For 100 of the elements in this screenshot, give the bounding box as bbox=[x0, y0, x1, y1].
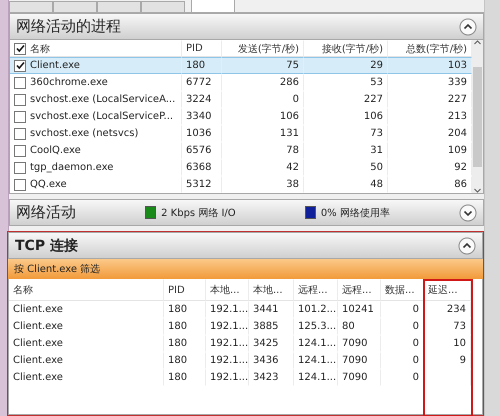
table-cell: 192.1... bbox=[206, 335, 249, 352]
table-cell: 38 bbox=[222, 176, 304, 193]
table-cell: 3425 bbox=[249, 335, 294, 352]
table-cell: 103 bbox=[388, 57, 472, 74]
table-cell: 53 bbox=[304, 74, 388, 91]
table-cell: 31 bbox=[304, 142, 388, 159]
column-header[interactable]: 名称 bbox=[9, 279, 164, 301]
table-cell: 7090 bbox=[338, 335, 381, 352]
table-cell: 3224 bbox=[182, 91, 222, 108]
table-cell: 73 bbox=[424, 318, 471, 335]
table-cell: 180 bbox=[164, 318, 206, 335]
section-title: TCP 连接 bbox=[15, 236, 78, 254]
checkbox[interactable] bbox=[14, 94, 26, 106]
table-cell: 180 bbox=[182, 57, 222, 74]
table-cell: 106 bbox=[222, 108, 304, 125]
table-cell: 6368 bbox=[182, 159, 222, 176]
table-cell: 124.1... bbox=[294, 369, 338, 386]
table-cell: 80 bbox=[338, 318, 381, 335]
legend-label: 0% 网络使用率 bbox=[320, 206, 390, 220]
table-cell: 1036 bbox=[182, 125, 222, 142]
scroll-down-icon[interactable] bbox=[474, 188, 481, 193]
table-cell: 192.1... bbox=[206, 318, 249, 335]
table-cell: Client.exe bbox=[9, 352, 164, 369]
table-cell: 42 bbox=[222, 159, 304, 176]
column-header[interactable]: 远程... bbox=[294, 279, 338, 301]
tab[interactable] bbox=[191, 0, 235, 12]
table-cell: 78 bbox=[222, 142, 304, 159]
checkbox[interactable] bbox=[14, 178, 26, 190]
checkbox[interactable] bbox=[14, 42, 26, 54]
table-cell: 29 bbox=[304, 57, 388, 74]
table-cell: 10 bbox=[424, 335, 471, 352]
table-cell: 101.2... bbox=[294, 301, 338, 318]
table-cell: 180 bbox=[164, 369, 206, 386]
table-cell: 10241 bbox=[338, 301, 381, 318]
scrollbar[interactable] bbox=[472, 40, 483, 193]
table-cell: 0 bbox=[381, 301, 424, 318]
checkbox[interactable] bbox=[14, 60, 26, 72]
table-cell: 7090 bbox=[338, 352, 381, 369]
table-cell: 192.1... bbox=[206, 352, 249, 369]
table-cell: 6772 bbox=[182, 74, 222, 91]
table-cell: 9 bbox=[424, 352, 471, 369]
expand-icon[interactable] bbox=[458, 204, 477, 222]
table-cell: 50 bbox=[304, 159, 388, 176]
table-cell: CoolQ.exe bbox=[10, 142, 182, 159]
table-cell: 48 bbox=[304, 176, 388, 193]
table-cell: 234 bbox=[424, 301, 471, 318]
table-cell: 106 bbox=[304, 108, 388, 125]
table-cell: 180 bbox=[164, 352, 206, 369]
scroll-up-icon[interactable] bbox=[474, 40, 481, 45]
table-cell: 180 bbox=[164, 301, 206, 318]
table-cell: 227 bbox=[304, 91, 388, 108]
checkbox[interactable] bbox=[14, 76, 26, 88]
table-cell: 3441 bbox=[249, 301, 294, 318]
table-cell: 192.1... bbox=[206, 301, 249, 318]
table-cell: 0 bbox=[381, 335, 424, 352]
table-cell: Client.exe bbox=[9, 318, 164, 335]
table-cell: tgp_daemon.exe bbox=[10, 159, 182, 176]
table-cell: Client.exe bbox=[9, 369, 164, 386]
table-cell: 360chrome.exe bbox=[10, 74, 182, 91]
column-header[interactable]: 延迟... bbox=[424, 279, 471, 301]
table-cell: 131 bbox=[222, 125, 304, 142]
table-cell: 124.1... bbox=[294, 352, 338, 369]
table-cell: 0 bbox=[381, 352, 424, 369]
column-header[interactable]: 数据... bbox=[381, 279, 424, 301]
table-cell: 75 bbox=[222, 57, 304, 74]
table-cell: 3423 bbox=[249, 369, 294, 386]
column-header[interactable]: 本地... bbox=[249, 279, 294, 301]
table-cell: Client.exe bbox=[10, 57, 182, 74]
table-cell: svchost.exe (netsvcs) bbox=[10, 125, 182, 142]
table-cell: 3885 bbox=[249, 318, 294, 335]
table-cell: 0 bbox=[381, 318, 424, 335]
checkbox[interactable] bbox=[14, 128, 26, 140]
legend-label: 2 Kbps 网络 I/O bbox=[161, 206, 236, 220]
table-cell: 6576 bbox=[182, 142, 222, 159]
section-title: 网络活动 bbox=[16, 203, 76, 222]
table-cell: 3436 bbox=[249, 352, 294, 369]
table-cell: Client.exe bbox=[9, 301, 164, 318]
column-header[interactable]: 本地... bbox=[206, 279, 249, 301]
collapse-icon[interactable] bbox=[458, 236, 476, 254]
table-cell: 125.3... bbox=[294, 318, 338, 335]
table-cell: svchost.exe (LocalServiceA... bbox=[10, 91, 182, 108]
table-cell: 124.1... bbox=[294, 335, 338, 352]
checkbox[interactable] bbox=[14, 144, 26, 156]
table-cell: 3340 bbox=[182, 108, 222, 125]
table-cell: 286 bbox=[222, 74, 304, 91]
table-cell: QQ.exe bbox=[10, 176, 182, 193]
table-cell: 5312 bbox=[182, 176, 222, 193]
table-cell: 0 bbox=[222, 91, 304, 108]
collapse-icon[interactable] bbox=[459, 18, 477, 36]
column-header[interactable]: 远程... bbox=[338, 279, 381, 301]
table-cell: 180 bbox=[164, 335, 206, 352]
section-title: 网络活动的进程 bbox=[16, 17, 121, 36]
table-cell: 0 bbox=[381, 369, 424, 386]
table-cell: Client.exe bbox=[9, 335, 164, 352]
column-header[interactable]: PID bbox=[164, 279, 206, 301]
checkbox[interactable] bbox=[14, 162, 26, 174]
table-cell: 192.1... bbox=[206, 369, 249, 386]
filter-label: 按 Client.exe 筛选 bbox=[14, 262, 100, 276]
table-cell: svchost.exe (LocalServiceP... bbox=[10, 108, 182, 125]
checkbox[interactable] bbox=[14, 110, 26, 122]
